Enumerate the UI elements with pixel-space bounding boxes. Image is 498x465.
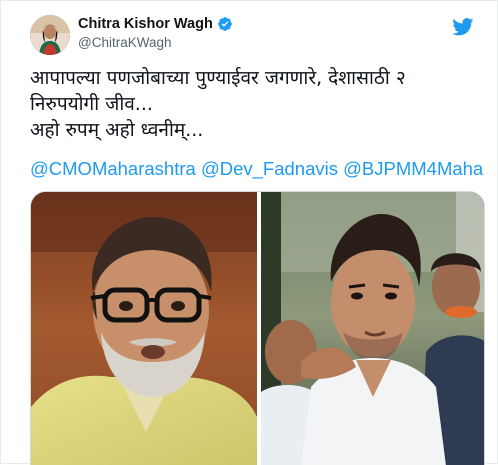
avatar-image: [30, 15, 70, 55]
photo-right[interactable]: [261, 192, 484, 465]
author-display-name[interactable]: Chitra Kishor Wagh: [78, 15, 213, 33]
tweet-text: आपापल्या पणजोबाच्या पुण्याईवर जगणारे, दे…: [30, 67, 406, 141]
mention-link[interactable]: @Dev_Fadnavis: [201, 158, 338, 179]
photo-left-image: [31, 192, 257, 465]
tweet-media[interactable]: [30, 191, 485, 465]
photo-right-image: [261, 192, 484, 465]
verified-badge-icon: [217, 17, 232, 31]
avatar[interactable]: [30, 15, 70, 55]
author-handle[interactable]: @ChitraKWagh: [78, 34, 233, 52]
twitter-bird-icon[interactable]: [452, 18, 474, 36]
photo-left[interactable]: [31, 192, 257, 465]
mention-link[interactable]: @BJPMM4Maha: [343, 158, 483, 179]
tweet-mentions: @CMOMaharashtra @Dev_Fadnavis @BJPMM4Mah…: [30, 157, 483, 181]
mention-link[interactable]: @CMOMaharashtra: [30, 158, 196, 179]
tweet-card[interactable]: Chitra Kishor Wagh @ChitraKWagh आपापल्या…: [0, 0, 498, 465]
author-info[interactable]: Chitra Kishor Wagh @ChitraKWagh: [78, 15, 233, 52]
